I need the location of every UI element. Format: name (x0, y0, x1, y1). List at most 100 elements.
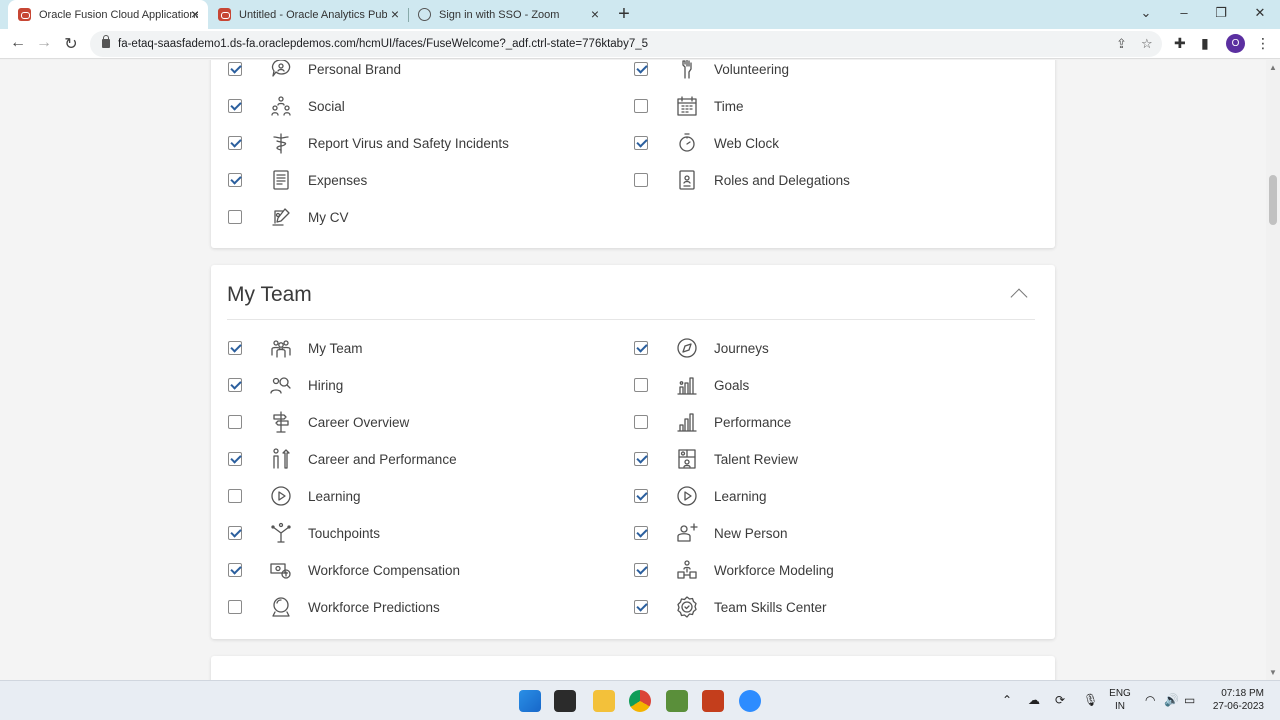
list-item[interactable]: Workforce Predictions (228, 592, 440, 622)
zoom-icon[interactable] (739, 690, 761, 712)
page-scrollbar[interactable]: ▲ ▼ (1266, 60, 1280, 680)
checkbox-checked[interactable] (634, 563, 648, 577)
checkbox-checked[interactable] (228, 136, 242, 150)
tab-oracle-analytics[interactable]: Untitled - Oracle Analytics Publis × (208, 0, 408, 29)
checkbox-checked[interactable] (228, 563, 242, 577)
expenses-icon (268, 167, 294, 193)
tab-title: Untitled - Oracle Analytics Publis (239, 8, 387, 21)
language-indicator[interactable]: ENG IN (1108, 687, 1132, 713)
list-item[interactable]: Talent Review (634, 444, 798, 474)
item-label: Expenses (308, 172, 368, 188)
checkbox-unchecked[interactable] (228, 489, 242, 503)
list-item[interactable]: Learning (634, 481, 767, 511)
checkbox-checked[interactable] (228, 99, 242, 113)
share-icon[interactable]: ⇪ (1116, 36, 1127, 52)
checkbox-checked[interactable] (634, 489, 648, 503)
checkbox-unchecked[interactable] (228, 600, 242, 614)
checkbox-checked[interactable] (634, 62, 648, 76)
close-icon[interactable]: × (591, 7, 599, 21)
checkbox-unchecked[interactable] (634, 173, 648, 187)
list-item[interactable]: My CV (228, 202, 349, 232)
checkbox-checked[interactable] (228, 341, 242, 355)
tab-search-icon[interactable]: ⌄ (1136, 5, 1156, 21)
list-item[interactable]: Touchpoints (228, 518, 380, 548)
scrollbar-thumb[interactable] (1269, 175, 1277, 225)
list-item[interactable]: Career and Performance (228, 444, 457, 474)
paint-icon[interactable] (666, 690, 688, 712)
terminal-icon[interactable] (554, 690, 576, 712)
list-item[interactable]: New Person (634, 518, 788, 548)
bookmark-star-icon[interactable]: ☆ (1141, 36, 1153, 52)
list-item[interactable]: Personal Brand (228, 60, 401, 84)
list-item[interactable]: Social (228, 91, 345, 121)
tray-chevron-up-icon[interactable]: ⌃ (1002, 693, 1012, 707)
list-item[interactable]: Journeys (634, 333, 769, 363)
checkbox-checked[interactable] (228, 526, 242, 540)
checkbox-checked[interactable] (228, 378, 242, 392)
list-item[interactable]: Hiring (228, 370, 343, 400)
browser-tab-strip: Oracle Fusion Cloud Applications × Untit… (0, 0, 1280, 29)
item-label: Journeys (714, 340, 769, 356)
profile-avatar[interactable]: O (1226, 34, 1245, 53)
minimize-icon[interactable]: – (1174, 5, 1194, 20)
wifi-icon[interactable]: ◠ (1145, 693, 1155, 707)
list-item[interactable]: Learning (228, 481, 361, 511)
checkbox-checked[interactable] (634, 526, 648, 540)
scroll-down-icon[interactable]: ▼ (1269, 668, 1277, 677)
list-item[interactable]: Team Skills Center (634, 592, 827, 622)
microphone-icon[interactable]: 🎙 (1083, 693, 1098, 707)
new-tab-button[interactable]: + (614, 3, 634, 26)
list-item[interactable]: Time (634, 91, 744, 121)
checkbox-unchecked[interactable] (228, 415, 242, 429)
powerpoint-icon[interactable] (702, 690, 724, 712)
back-arrow-icon[interactable]: ← (8, 34, 28, 52)
checkbox-checked[interactable] (634, 136, 648, 150)
forward-arrow-icon[interactable]: → (34, 34, 54, 52)
battery-icon[interactable]: ▭ (1184, 693, 1195, 707)
window-close-icon[interactable]: ✕ (1250, 5, 1270, 21)
list-item[interactable]: Volunteering (634, 60, 789, 84)
checkbox-checked[interactable] (634, 452, 648, 466)
list-item[interactable]: Workforce Modeling (634, 555, 834, 585)
scroll-up-icon[interactable]: ▲ (1269, 63, 1277, 72)
chrome-icon[interactable] (629, 690, 651, 712)
close-icon[interactable]: × (391, 7, 399, 21)
checkbox-checked[interactable] (634, 341, 648, 355)
close-icon[interactable]: × (191, 7, 199, 21)
file-explorer-icon[interactable] (593, 690, 615, 712)
checkbox-unchecked[interactable] (634, 99, 648, 113)
list-item[interactable]: Report Virus and Safety Incidents (228, 128, 509, 158)
list-item[interactable]: Workforce Compensation (228, 555, 460, 585)
list-item[interactable]: Goals (634, 370, 749, 400)
windows-start-icon[interactable] (519, 690, 541, 712)
more-menu-icon[interactable]: ⋮ (1256, 35, 1270, 52)
checkbox-checked[interactable] (634, 600, 648, 614)
list-item[interactable]: Career Overview (228, 407, 409, 437)
side-panel-icon[interactable]: ▮ (1201, 35, 1209, 52)
checkbox-unchecked[interactable] (634, 378, 648, 392)
chevron-up-icon[interactable] (1010, 288, 1028, 306)
checkbox-checked[interactable] (228, 173, 242, 187)
tab-oracle-fusion[interactable]: Oracle Fusion Cloud Applications × (8, 0, 208, 29)
extensions-icon[interactable]: ✚ (1174, 35, 1186, 52)
checkbox-unchecked[interactable] (228, 210, 242, 224)
list-item[interactable]: Performance (634, 407, 791, 437)
workforce-modeling-icon (674, 557, 700, 583)
cloud-icon[interactable]: ☁ (1028, 693, 1040, 707)
sync-icon[interactable]: ⟳ (1055, 693, 1065, 707)
address-bar[interactable]: fa-etaq-saasfademo1.ds-fa.oraclepdemos.c… (90, 31, 1162, 57)
volume-icon[interactable]: 🔊 (1164, 693, 1179, 707)
list-item[interactable]: My Team (228, 333, 363, 363)
checkbox-checked[interactable] (228, 452, 242, 466)
reload-icon[interactable]: ↻ (61, 34, 81, 54)
list-item[interactable]: Roles and Delegations (634, 165, 850, 195)
checkbox-checked[interactable] (228, 62, 242, 76)
performance-chart-icon (674, 409, 700, 435)
checkbox-unchecked[interactable] (634, 415, 648, 429)
list-item[interactable]: Expenses (228, 165, 367, 195)
play-circle-icon (268, 483, 294, 509)
list-item[interactable]: Web Clock (634, 128, 779, 158)
tab-zoom-sso[interactable]: Sign in with SSO - Zoom × (408, 0, 608, 29)
system-clock[interactable]: 07:18 PM 27-06-2023 (1208, 687, 1264, 713)
maximize-icon[interactable]: ❐ (1211, 5, 1231, 21)
